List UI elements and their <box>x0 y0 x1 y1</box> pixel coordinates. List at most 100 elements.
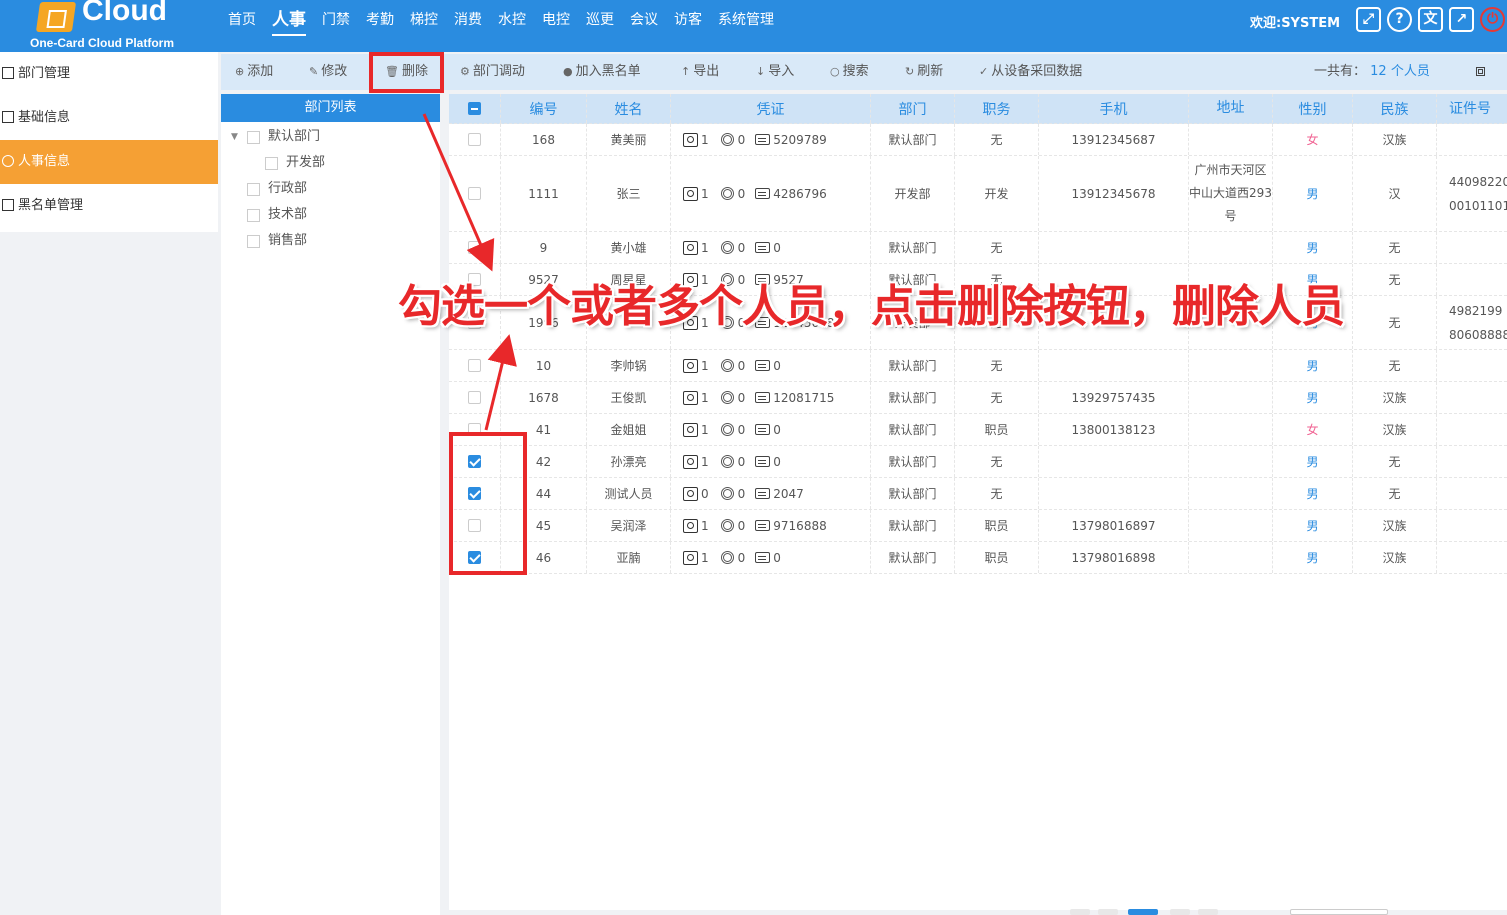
nav-attendance[interactable]: 考勤 <box>366 0 394 40</box>
table-row[interactable]: 10 李帅锅 1 0 0 默认部门无男无 <box>449 350 1507 382</box>
table-row[interactable]: 168 黄美丽 1 0 5209789 默认部门无 13912345687 女汉族 <box>449 124 1507 156</box>
cell-address <box>1189 124 1273 155</box>
col-header[interactable]: 证件号 <box>1437 94 1507 123</box>
last-page-button[interactable] <box>1198 909 1218 915</box>
export-button[interactable]: ↑ 导出 <box>681 54 719 90</box>
cell-job: 无 <box>955 382 1039 413</box>
fullscreen-icon[interactable]: ⤢ <box>1356 7 1381 32</box>
search-button[interactable]: ○ 搜索 <box>830 54 869 90</box>
select-all-checkbox[interactable] <box>468 102 481 115</box>
tree-node[interactable]: 行政部 <box>221 176 440 202</box>
tree-node[interactable]: 技术部 <box>221 202 440 228</box>
nav-visitor[interactable]: 访客 <box>674 0 702 40</box>
table-row[interactable]: 42 孙漂亮 1 0 0 默认部门无男无 <box>449 446 1507 478</box>
col-header[interactable]: 编号 <box>501 94 587 123</box>
table-row[interactable]: 44 测试人员 0 0 2047 默认部门无男无 <box>449 478 1507 510</box>
tree-node-label: 开发部 <box>286 155 326 170</box>
cell-idno <box>1437 542 1507 573</box>
import-label: 导入 <box>768 64 795 79</box>
power-icon[interactable]: ⏻ <box>1480 7 1505 32</box>
tree-node[interactable]: 开发部 <box>221 150 440 176</box>
col-header[interactable]: 凭证 <box>671 94 871 123</box>
row-checkbox[interactable] <box>468 133 481 146</box>
card-number: 2047 <box>773 486 804 501</box>
face-count: 1 <box>701 390 709 405</box>
cell-credential: 1 0 0 <box>671 542 871 573</box>
nav-consumption[interactable]: 消费 <box>454 0 482 40</box>
card-icon <box>755 242 771 253</box>
sidebar-item-basic-info[interactable]: 基础信息 <box>0 96 218 140</box>
table-row[interactable]: 46 亚腩 1 0 0 默认部门 职员 13798016898 男汉族 <box>449 542 1507 574</box>
col-header[interactable]: 姓名 <box>587 94 671 123</box>
import-button[interactable]: ↓ 导入 <box>756 54 794 90</box>
cell-phone <box>1039 350 1189 381</box>
table-row[interactable]: 9 黄小雄 1 0 0 默认部门无男无 <box>449 232 1507 264</box>
col-header[interactable]: 地址 <box>1189 94 1273 123</box>
tree-node-label: 默认部门 <box>268 129 321 144</box>
row-checkbox[interactable] <box>468 359 481 372</box>
help-icon[interactable]: ? <box>1387 7 1412 32</box>
pagination <box>1070 909 1507 915</box>
grid-view-icon[interactable] <box>1476 67 1485 76</box>
cell-dept: 默认部门 <box>871 232 955 263</box>
col-header[interactable]: 性别 <box>1273 94 1353 123</box>
collect-button[interactable]: ✓ 从设备采回数据 <box>979 54 1082 90</box>
transfer-button[interactable]: ⚙ 部门调动 <box>460 54 525 90</box>
blacklist-button[interactable]: ● 加入黑名单 <box>563 54 641 90</box>
nav-access[interactable]: 门禁 <box>322 0 350 40</box>
col-header[interactable]: 手机 <box>1039 94 1189 123</box>
cell-nation: 汉族 <box>1353 382 1437 413</box>
edit-button[interactable]: ✎ 修改 <box>309 54 347 90</box>
tree-node[interactable]: 销售部 <box>221 228 440 254</box>
nav-power[interactable]: 电控 <box>542 0 570 40</box>
tree-checkbox[interactable] <box>247 131 260 144</box>
nav-home[interactable]: 首页 <box>228 0 256 40</box>
tree-node[interactable]: ▼ 默认部门 <box>221 124 440 150</box>
current-page-button[interactable] <box>1128 909 1158 915</box>
sidebar-item-departments[interactable]: 部门管理 <box>0 52 218 96</box>
row-select-cell <box>449 350 501 381</box>
cell-job: 职员 <box>955 414 1039 445</box>
prev-page-button[interactable] <box>1098 909 1118 915</box>
table-row[interactable]: 1111 张三 1 0 4286796 开发部 开发 13912345678 广州市天河区中山大… <box>449 156 1507 232</box>
page-size-select[interactable] <box>1290 909 1388 915</box>
tree-checkbox[interactable] <box>265 157 278 170</box>
tree-checkbox[interactable] <box>247 235 260 248</box>
face-count: 1 <box>701 240 709 255</box>
nav-system[interactable]: 系统管理 <box>718 0 774 40</box>
nav-patrol[interactable]: 巡更 <box>586 0 614 40</box>
row-checkbox[interactable] <box>468 241 481 254</box>
col-header[interactable]: 职务 <box>955 94 1039 123</box>
tree-checkbox[interactable] <box>247 183 260 196</box>
face-icon <box>683 454 698 469</box>
nav-water[interactable]: 水控 <box>498 0 526 40</box>
row-checkbox[interactable] <box>468 391 481 404</box>
caret-down-icon[interactable]: ▼ <box>231 124 238 150</box>
nav-meeting[interactable]: 会议 <box>630 0 658 40</box>
table-row[interactable]: 41 金姐姐 1 0 0 默认部门 职员 13800138123 女汉族 <box>449 414 1507 446</box>
nav-personnel[interactable]: 人事 <box>272 0 306 40</box>
cell-address <box>1189 382 1273 413</box>
sidebar-item-personnel-info[interactable]: 人事信息 <box>0 140 218 184</box>
edit-icon[interactable]: ↗ <box>1449 7 1474 32</box>
tree-checkbox[interactable] <box>247 209 260 222</box>
table-row[interactable]: 1678 王俊凯 1 0 12081715 默认部门无 13929757435 男汉族 <box>449 382 1507 414</box>
add-button[interactable]: ⊕ 添加 <box>235 54 273 90</box>
col-header[interactable]: 部门 <box>871 94 955 123</box>
sidebar-item-blacklist[interactable]: 黑名单管理 <box>0 184 218 228</box>
logo-subtitle: One-Card Cloud Platform <box>30 36 175 50</box>
transfer-label: 部门调动 <box>472 64 525 79</box>
table-row[interactable]: 45 吴润泽 1 0 9716888 默认部门 职员 13798016897 男汉族 <box>449 510 1507 542</box>
language-icon[interactable]: 文 <box>1418 7 1443 32</box>
nav-elevator[interactable]: 梯控 <box>410 0 438 40</box>
row-checkbox[interactable] <box>468 187 481 200</box>
cell-name: 黄美丽 <box>587 124 671 155</box>
next-page-button[interactable] <box>1170 909 1190 915</box>
cell-phone <box>1039 478 1189 509</box>
row-select-cell <box>449 232 501 263</box>
first-page-button[interactable] <box>1070 909 1090 915</box>
cell-name: 张三 <box>587 156 671 231</box>
fingerprint-icon <box>720 551 734 564</box>
refresh-button[interactable]: ↻ 刷新 <box>905 54 943 90</box>
col-header[interactable]: 民族 <box>1353 94 1437 123</box>
